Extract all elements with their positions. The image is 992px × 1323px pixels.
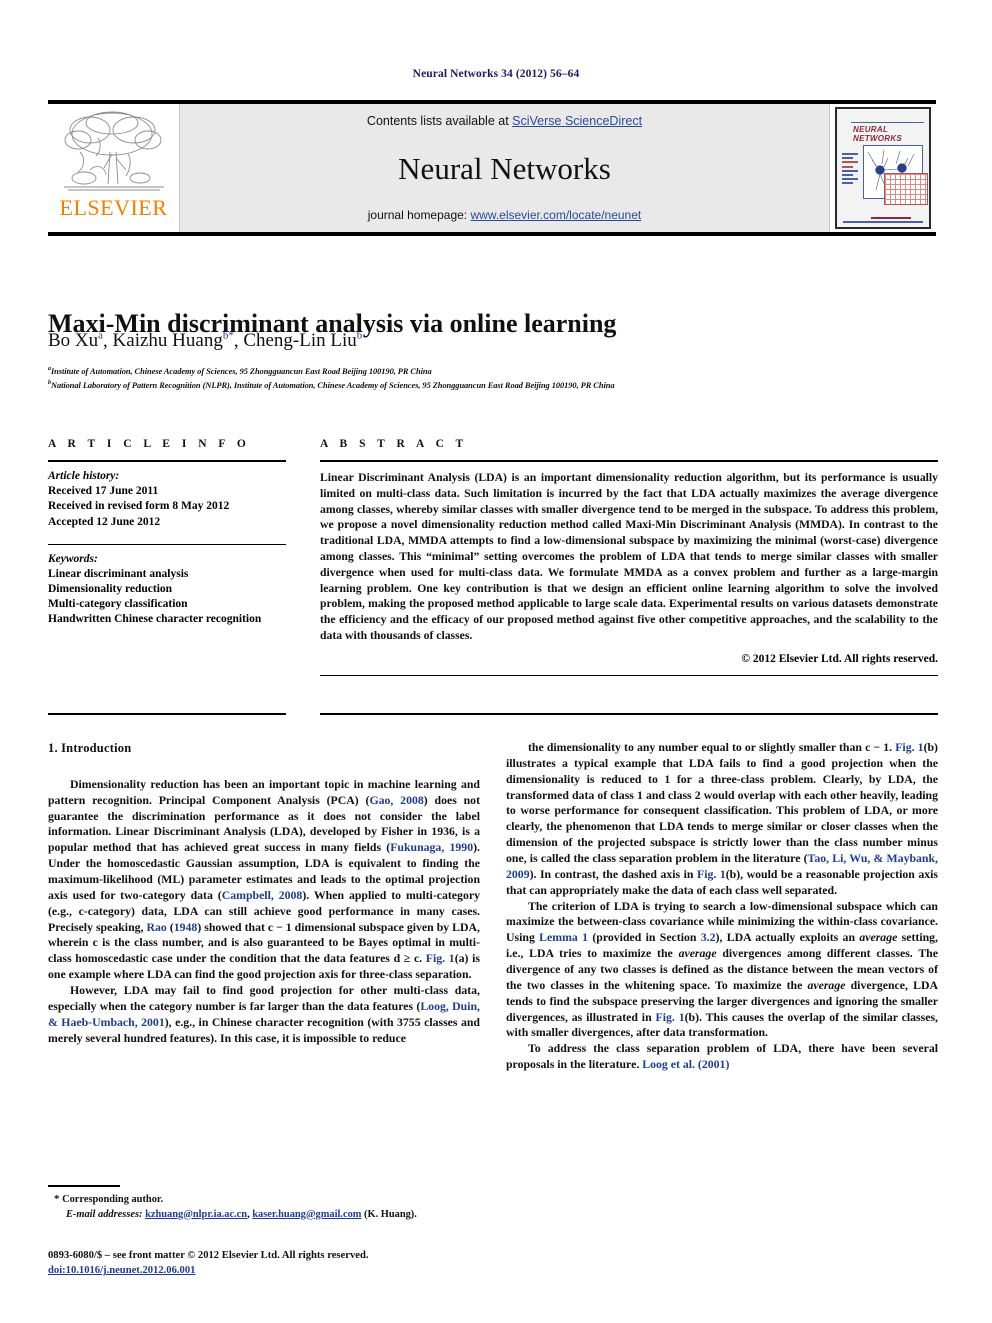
elsevier-wordmark: ELSEVIER (60, 197, 168, 219)
article-info-block: A R T I C L E I N F O Article history: R… (48, 438, 286, 628)
footnote-star-marker: * (54, 1193, 60, 1205)
cover-title: NEURAL NETWORKS (853, 125, 902, 143)
info-spacer (48, 530, 286, 544)
imprint-block: 0893-6080/$ – see front matter © 2012 El… (48, 1248, 518, 1279)
right-column-rule (320, 713, 938, 715)
footnote-rule (48, 1185, 120, 1187)
body-column-left: 1. Introduction Dimensionality reduction… (48, 740, 480, 1046)
cover-title-line2: NETWORKS (853, 134, 902, 143)
article-history-label: Article history: (48, 469, 286, 484)
author-3-name: Cheng-Lin Liu (243, 330, 356, 351)
corresponding-marker: * (228, 330, 234, 342)
paragraph: However, LDA may fail to find good proje… (48, 983, 480, 1046)
paragraph: Dimensionality reduction has been an imp… (48, 777, 480, 983)
cover-bottom-rule (843, 221, 923, 223)
affiliation-b: bNational Laboratory of Pattern Recognit… (48, 380, 938, 390)
abstract-text: Linear Discriminant Analysis (LDA) is an… (320, 462, 938, 644)
history-item: Accepted 12 June 2012 (48, 515, 286, 530)
affiliation-a: aInstitute of Automation, Chinese Academ… (48, 366, 938, 376)
email-owner: (K. Huang). (361, 1209, 416, 1220)
paragraph: To address the class separation problem … (506, 1041, 938, 1073)
author-1: Bo Xua (48, 330, 103, 351)
author-list: Bo Xua, Kaizhu Huangb*, Cheng-Lin Liub (48, 330, 938, 352)
paragraph: The criterion of LDA is trying to search… (506, 899, 938, 1042)
author-2-name: Kaizhu Huang (113, 330, 223, 351)
affiliation-a-text: Institute of Automation, Chinese Academy… (51, 367, 432, 376)
footnote-block: * Corresponding author. E-mail addresses… (48, 1192, 480, 1222)
footnote-emails: E-mail addresses: kzhuang@nlpr.ia.ac.cn,… (48, 1208, 480, 1223)
banner-center: Contents lists available at SciVerse Sci… (180, 104, 829, 232)
keyword-item: Handwritten Chinese character recognitio… (48, 612, 286, 627)
author-2: Kaizhu Huangb* (113, 330, 234, 351)
author-2-affil-marker: b* (223, 330, 234, 342)
email-addresses-label: E-mail addresses: (66, 1209, 142, 1220)
journal-homepage-link[interactable]: www.elsevier.com/locate/neunet (470, 208, 641, 222)
section-heading-introduction: 1. Introduction (48, 740, 480, 757)
homepage-line: journal homepage: www.elsevier.com/locat… (368, 208, 642, 222)
keywords-label: Keywords: (48, 552, 286, 567)
left-column-rule (48, 713, 286, 715)
contents-prefix: Contents lists available at (367, 114, 512, 128)
journal-banner: ELSEVIER Contents lists available at Sci… (48, 100, 936, 236)
cover-grid-panel (884, 173, 928, 205)
running-head: Neural Networks 34 (2012) 56–64 (0, 68, 992, 80)
author-3-affil-marker: b (357, 330, 363, 342)
history-item: Received 17 June 2011 (48, 484, 286, 499)
email-link-2[interactable]: kaser.huang@gmail.com (252, 1209, 361, 1220)
history-item: Received in revised form 8 May 2012 (48, 499, 286, 514)
paragraph: the dimensionality to any number equal t… (506, 740, 938, 899)
cover-sidebar-lines (842, 153, 858, 187)
cover-bottom-accent (871, 217, 911, 219)
footnote-corresponding-text: Corresponding author. (62, 1194, 163, 1205)
sciencedirect-link[interactable]: SciVerse ScienceDirect (512, 114, 642, 128)
abstract-copyright: © 2012 Elsevier Ltd. All rights reserved… (320, 653, 938, 665)
body-column-right: the dimensionality to any number equal t… (506, 740, 938, 1073)
cover-title-line1: NEURAL (853, 125, 888, 134)
article-page: Neural Networks 34 (2012) 56–64 ELSEVIER… (0, 0, 992, 1323)
keyword-item: Dimensionality reduction (48, 582, 286, 597)
affiliation-b-text: National Laboratory of Pattern Recogniti… (51, 381, 615, 390)
imprint-front-matter: 0893-6080/$ – see front matter © 2012 El… (48, 1248, 518, 1263)
abstract-heading: A B S T R A C T (320, 438, 938, 450)
doi-link[interactable]: doi:10.1016/j.neunet.2012.06.001 (48, 1265, 195, 1276)
article-info-heading: A R T I C L E I N F O (48, 438, 286, 450)
abstract-rule-bottom (320, 675, 938, 676)
journal-cover: NEURAL NETWORKS (829, 104, 936, 232)
homepage-prefix: journal homepage: (368, 208, 471, 222)
author-3: Cheng-Lin Liub (243, 330, 362, 351)
keywords-block: Keywords: Linear discriminant analysis D… (48, 545, 286, 628)
footnote-corresponding: * Corresponding author. (48, 1192, 480, 1208)
keyword-item: Multi-category classification (48, 597, 286, 612)
abstract-block: A B S T R A C T Linear Discriminant Anal… (320, 438, 938, 676)
cover-top-rule (851, 122, 924, 123)
email-link-1[interactable]: kzhuang@nlpr.ia.ac.cn (145, 1209, 247, 1220)
elsevier-logo: ELSEVIER (48, 104, 180, 232)
journal-cover-image: NEURAL NETWORKS (835, 107, 931, 229)
journal-title: Neural Networks (398, 153, 611, 184)
elsevier-tree-icon (60, 108, 168, 196)
contents-line: Contents lists available at SciVerse Sci… (367, 114, 642, 128)
keyword-item: Linear discriminant analysis (48, 567, 286, 582)
author-1-affil-marker: a (98, 330, 103, 342)
article-history: Article history: Received 17 June 2011 R… (48, 462, 286, 530)
author-1-name: Bo Xu (48, 330, 98, 351)
